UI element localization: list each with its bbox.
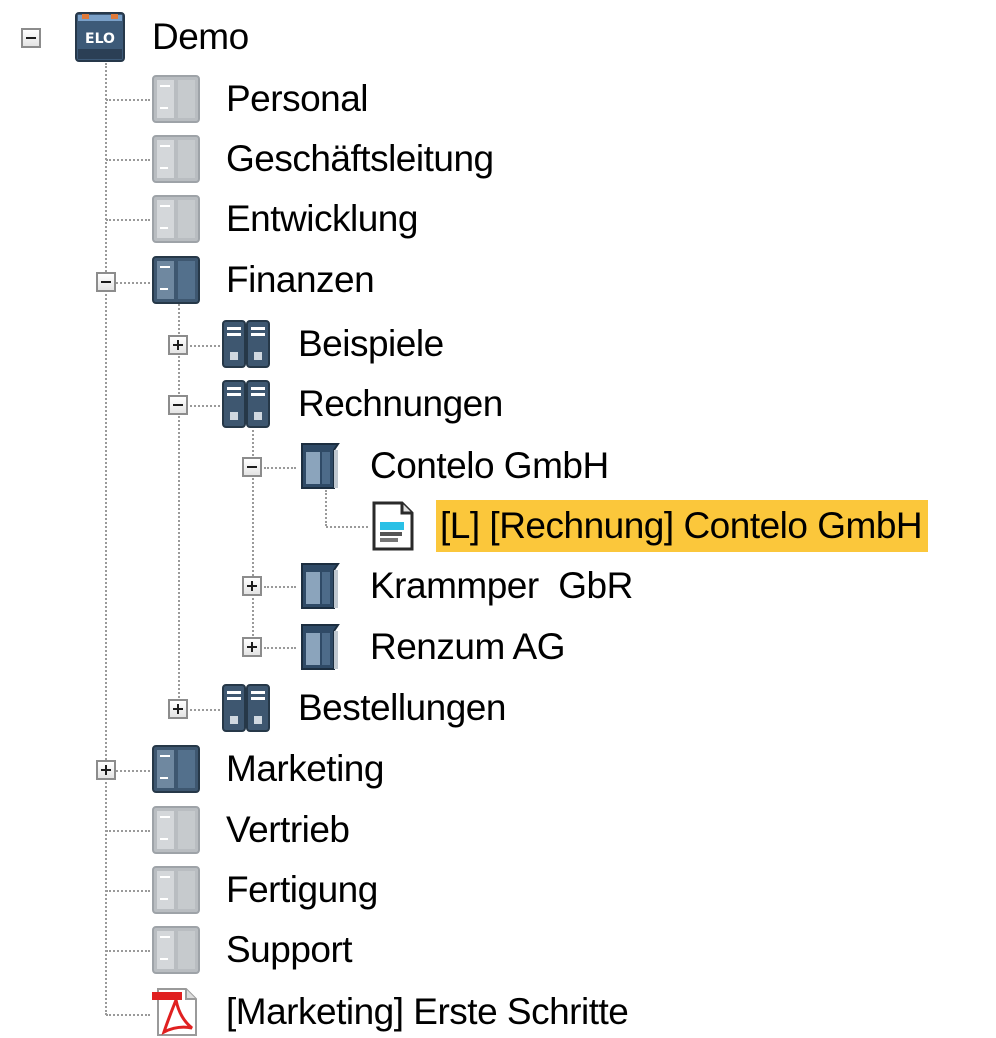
- collapse-toggle[interactable]: [242, 457, 262, 477]
- tree-node-contelo-gmbh[interactable]: Contelo GmbH: [366, 440, 615, 492]
- tree-connector: [190, 345, 220, 347]
- cabinet-icon: [150, 73, 202, 125]
- tree-node-finanzen[interactable]: Finanzen: [222, 254, 380, 306]
- tree-connector: [106, 1014, 150, 1016]
- double-cabinet-icon: [220, 318, 272, 370]
- cabinet-icon: [150, 924, 202, 976]
- tree-node-geschaeftsleitung[interactable]: Geschäftsleitung: [222, 133, 500, 185]
- tree-connector: [264, 586, 296, 588]
- folder-icon: [294, 621, 346, 673]
- tree-connector: [116, 770, 150, 772]
- cabinet-icon: [150, 133, 202, 185]
- folder-icon: [294, 440, 346, 492]
- tree-node-entwicklung[interactable]: Entwicklung: [222, 193, 424, 245]
- tree-connector: [106, 219, 150, 221]
- tree-node-demo[interactable]: Demo: [148, 11, 255, 63]
- tree-connector: [325, 490, 327, 526]
- tree-node-rechnungen[interactable]: Rechnungen: [294, 378, 509, 430]
- tree-connector: [106, 890, 150, 892]
- pdf-icon: [150, 986, 202, 1038]
- tree-connector: [106, 830, 150, 832]
- tree-connector: [105, 63, 107, 1015]
- tree-node-bestellungen[interactable]: Bestellungen: [294, 682, 512, 734]
- tree-node-personal[interactable]: Personal: [222, 73, 374, 125]
- tree-connector: [106, 99, 150, 101]
- cabinet-icon: [150, 864, 202, 916]
- tree-node-rechnung-contelo-gmbh[interactable]: [L] [Rechnung] Contelo GmbH: [436, 500, 929, 552]
- collapse-toggle[interactable]: [168, 395, 188, 415]
- tree-node-marketing[interactable]: Marketing: [222, 743, 390, 795]
- tree-node-fertigung[interactable]: Fertigung: [222, 864, 384, 916]
- elo-archive-icon: ELO: [74, 11, 126, 63]
- tree-node-krammper-gbr[interactable]: Krammper GbR: [366, 560, 639, 612]
- tree-connector: [106, 950, 150, 952]
- tree-connector: [326, 526, 368, 528]
- expand-toggle[interactable]: [242, 576, 262, 596]
- tree-node-renzum-ag[interactable]: Renzum AG: [366, 621, 571, 673]
- tree-connector: [190, 405, 220, 407]
- tree-node-vertrieb[interactable]: Vertrieb: [222, 804, 356, 856]
- tree-connector: [264, 467, 296, 469]
- double-cabinet-icon: [220, 682, 272, 734]
- tree-node-beispiele[interactable]: Beispiele: [294, 318, 450, 370]
- expand-toggle[interactable]: [242, 637, 262, 657]
- expand-toggle[interactable]: [168, 699, 188, 719]
- cabinet-icon: [150, 193, 202, 245]
- tree-node-erste-schritte[interactable]: [Marketing] Erste Schritte: [222, 986, 634, 1038]
- tree-connector: [106, 159, 150, 161]
- tree-connector: [116, 282, 150, 284]
- tree-connector: [264, 647, 296, 649]
- expand-toggle[interactable]: [96, 760, 116, 780]
- tree-connector: [178, 300, 180, 710]
- svg-text:ELO: ELO: [85, 31, 115, 47]
- cabinet-icon: [150, 804, 202, 856]
- tree-node-support[interactable]: Support: [222, 924, 358, 976]
- tree-connector: [190, 709, 220, 711]
- archive-tree: ELO Demo Personal Geschäftsleitung Entwi…: [0, 0, 996, 1038]
- double-cabinet-icon: [220, 378, 272, 430]
- expand-toggle[interactable]: [168, 335, 188, 355]
- collapse-toggle[interactable]: [21, 28, 41, 48]
- cabinet-icon: [150, 254, 202, 306]
- cabinet-icon: [150, 743, 202, 795]
- document-icon: [366, 500, 418, 552]
- folder-icon: [294, 560, 346, 612]
- collapse-toggle[interactable]: [96, 272, 116, 292]
